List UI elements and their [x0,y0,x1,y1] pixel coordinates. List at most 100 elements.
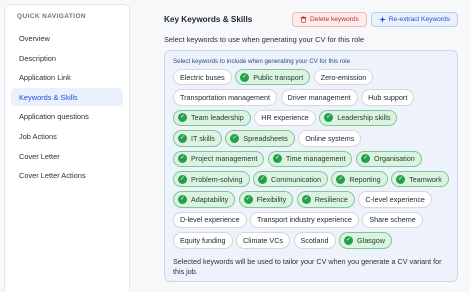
keyword-chip[interactable]: ✓ Teamwork [391,170,449,188]
keyword-chip[interactable]: ✓ IT skills [173,130,222,147]
section-subtitle: Select keywords to use when generating y… [164,35,365,44]
keyword-chip-label: Project management [191,154,258,164]
sidebar-item-application-questions[interactable]: Application questions [11,107,123,125]
keyword-chip-label: Transportation management [180,93,271,103]
keyword-chip[interactable]: Climate VCs [236,232,291,249]
keyword-chip-label: Hub support [368,93,408,103]
keyword-chip[interactable]: Online systems [298,130,362,147]
keyword-chip[interactable]: ✓ Glasgow [339,232,392,249]
keyword-chip-label: Time management [285,154,346,164]
check-circle-icon: ✓ [272,154,282,164]
keyword-chip[interactable]: Electric buses [173,69,232,86]
keyword-chip-label: Flexibility [256,195,287,205]
keyword-chip-label: C-level experience [365,195,425,205]
keyword-chip-label: Leadership skills [337,113,391,123]
check-circle-icon: ✓ [243,195,253,205]
trash-icon [300,15,307,23]
keyword-chip[interactable]: Driver management [280,89,358,106]
keyword-chip-label: Glasgow [357,235,385,245]
check-circle-icon: ✓ [258,174,268,184]
keyword-chip-label: Electric buses [180,72,225,82]
keyword-chip-list: Electric buses ✓ Public transport Zero-emis… [173,69,449,249]
keyword-chip-label: Share scheme [369,215,416,225]
sidebar-item-application-link[interactable]: Application Link [11,68,123,86]
keyword-chip[interactable]: ✓ Communication [253,170,328,188]
keyword-chip-label: Equity funding [180,235,226,245]
check-circle-icon: ✓ [178,154,187,164]
keyword-chip[interactable]: ✓ Problem-solving [173,170,250,188]
keyword-chip[interactable]: ✓ Resilience [296,191,355,208]
keyword-chip-label: Public transport [253,72,304,82]
keyword-chip[interactable]: Transportation management [173,89,278,106]
check-circle-icon: ✓ [344,235,353,245]
nav-list: Overview Description Application Link Keywo… [11,29,123,184]
check-circle-icon: ✓ [230,133,240,143]
sidebar-item-keywords-skills[interactable]: Keywords & Skills [11,87,123,106]
quick-navigation-sidebar: QUICK NAVIGATION Overview Description Appl… [4,4,130,292]
keyword-chip[interactable]: Transport industry experience [250,211,359,229]
check-circle-icon: ✓ [178,195,187,205]
sidebar-item-cover-letter-actions[interactable]: Cover Letter Actions [11,166,123,184]
keyword-chip[interactable]: ✓ Flexibility [238,191,294,208]
section-title: Key Keywords & Skills [164,14,253,24]
check-circle-icon: ✓ [240,72,250,82]
keyword-chip-label: Spreadsheets [243,133,288,143]
keyword-chip-label: Problem-solving [191,174,243,184]
reextract-keywords-label: Re-extract Keywords [388,15,450,23]
sidebar-heading: QUICK NAVIGATION [17,13,86,20]
keyword-chip-label: Scotland [300,235,329,245]
keyword-chip[interactable]: Scotland [293,232,336,249]
keyword-chip-label: Organisation [373,154,415,164]
section-header: Key Keywords & Skills Delete keywords Re… [164,10,458,28]
keyword-chip[interactable]: D-level experience [173,211,247,229]
delete-keywords-button[interactable]: Delete keywords [292,11,367,27]
keyword-chip[interactable]: ✓ Reporting [331,170,388,188]
keyword-chip[interactable]: ✓ Adaptability [173,191,236,208]
delete-keywords-label: Delete keywords [310,15,359,23]
keyword-chip-label: Adaptability [191,195,229,205]
keyword-chip-label: Reporting [349,174,381,184]
check-circle-icon: ✓ [336,174,346,184]
check-circle-icon: ✓ [360,154,370,164]
check-circle-icon: ✓ [301,195,311,205]
keyword-chip-label: IT skills [191,133,215,143]
keyword-chip-label: D-level experience [180,215,240,225]
keyword-chip[interactable]: Equity funding [173,232,233,249]
keyword-chip[interactable]: ✓ Time management [267,150,353,167]
keyword-chip[interactable]: Hub support [361,89,415,106]
keyword-chip[interactable]: ✓ Spreadsheets [225,130,295,147]
keyword-chip-label: Climate VCs [243,235,284,245]
keyword-chip[interactable]: ✓ Organisation [355,150,422,167]
panel-caption: Select keywords to include when generati… [173,58,351,65]
panel-footer-note: Selected keywords will be used to tailor… [173,256,442,276]
keyword-chip[interactable]: ✓ Project management [173,150,265,167]
check-circle-icon: ✓ [178,174,187,184]
keyword-chip-label: Teamwork [409,174,442,184]
check-circle-icon: ✓ [396,174,406,184]
keyword-chip-label: Team leadership [191,113,244,123]
sidebar-item-job-actions[interactable]: Job Actions [11,127,123,145]
keyword-chip-label: Resilience [314,195,348,205]
sparkle-icon [378,15,386,23]
check-circle-icon: ✓ [324,113,334,123]
keyword-chip[interactable]: Zero-emission [313,69,374,86]
keyword-chip-label: Zero-emission [320,72,367,82]
keyword-chip-label: HR experience [261,113,309,123]
keyword-chip[interactable]: HR experience [254,109,316,127]
sidebar-item-cover-letter[interactable]: Cover Letter [11,147,123,165]
keyword-chip[interactable]: Share scheme [362,211,423,229]
keyword-chip-label: Driver management [287,93,351,103]
keyword-chip-label: Online systems [305,133,355,143]
keyword-chip[interactable]: C-level experience [358,191,432,208]
keyword-chip[interactable]: ✓ Leadership skills [319,109,398,127]
keyword-chip-label: Communication [271,174,321,184]
keyword-chip[interactable]: ✓ Public transport [235,69,311,86]
keyword-chip[interactable]: ✓ Team leadership [173,109,251,127]
keywords-panel: Select keywords to include when generati… [164,50,458,282]
reextract-keywords-button[interactable]: Re-extract Keywords [370,11,458,27]
sidebar-item-overview[interactable]: Overview [11,29,123,47]
check-circle-icon: ✓ [178,113,187,123]
check-circle-icon: ✓ [178,133,187,143]
keywords-section: Key Keywords & Skills Delete keywords Re… [164,10,458,282]
sidebar-item-description[interactable]: Description [11,49,123,67]
